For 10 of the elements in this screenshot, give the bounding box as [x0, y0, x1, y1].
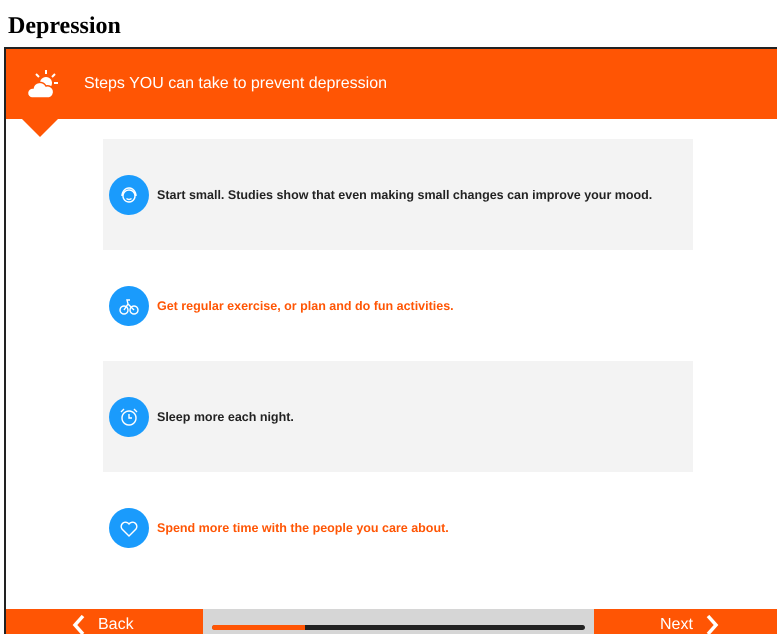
- back-button[interactable]: Back: [6, 609, 203, 634]
- step-text: Sleep more each night.: [157, 410, 294, 424]
- step-text: Get regular exercise, or plan and do fun activities.: [157, 298, 454, 312]
- next-button[interactable]: Next: [594, 609, 777, 634]
- chevron-left-icon: [72, 614, 86, 634]
- header-title: Steps YOU can take to prevent depression: [84, 75, 387, 93]
- step-text: Start small. Studies show that even making small changes can improve your mood.: [157, 188, 652, 202]
- step-text: Spend more time with the people you care about.: [157, 520, 449, 534]
- chevron-right-icon: [704, 614, 719, 634]
- page-title: Depression: [7, 12, 122, 41]
